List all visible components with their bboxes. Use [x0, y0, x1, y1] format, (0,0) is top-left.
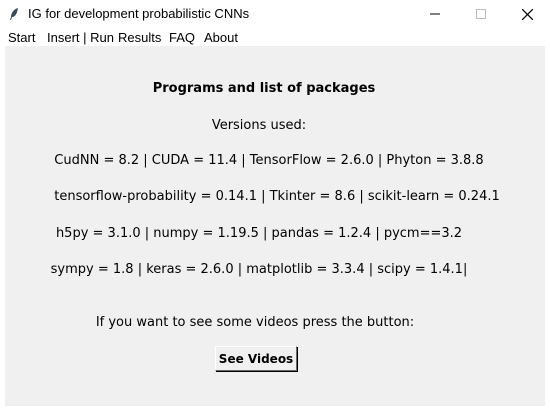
see-videos-button[interactable]: See Videos — [215, 346, 297, 371]
version-line: sympy = 1.8 | keras = 2.6.0 | matplotlib… — [50, 262, 468, 277]
window-title: IG for development probabilistic CNNs — [28, 6, 250, 21]
menu-insert-run[interactable]: Insert | Run — [47, 30, 114, 45]
version-line: CudNN = 8.2 | CUDA = 11.4 | TensorFlow =… — [54, 153, 484, 168]
menu-start[interactable]: Start — [8, 30, 35, 45]
menu-faq[interactable]: FAQ — [169, 30, 195, 45]
versions-label: Versions used: — [211, 118, 307, 133]
app-window: IG for development probabilistic CNNs St… — [0, 0, 550, 411]
menu-bar: Start Insert | Run Results FAQ About — [0, 28, 550, 46]
close-icon — [521, 8, 533, 20]
page-title: Programs and list of packages — [152, 81, 376, 96]
close-button[interactable] — [504, 0, 550, 28]
main-panel: Programs and list of packages Versions u… — [5, 46, 545, 406]
minimize-icon — [430, 13, 440, 15]
menu-results[interactable]: Results — [118, 30, 161, 45]
maximize-button[interactable] — [458, 0, 504, 28]
videos-prompt: If you want to see some videos press the… — [95, 315, 415, 330]
minimize-button[interactable] — [412, 0, 458, 28]
version-line: tensorflow-probability = 0.14.1 | Tkinte… — [54, 189, 500, 204]
feather-icon — [10, 8, 18, 20]
title-bar[interactable]: IG for development probabilistic CNNs — [0, 0, 550, 28]
maximize-icon — [476, 9, 486, 19]
version-line: h5py = 3.1.0 | numpy = 1.19.5 | pandas =… — [55, 226, 463, 241]
menu-about[interactable]: About — [204, 30, 238, 45]
